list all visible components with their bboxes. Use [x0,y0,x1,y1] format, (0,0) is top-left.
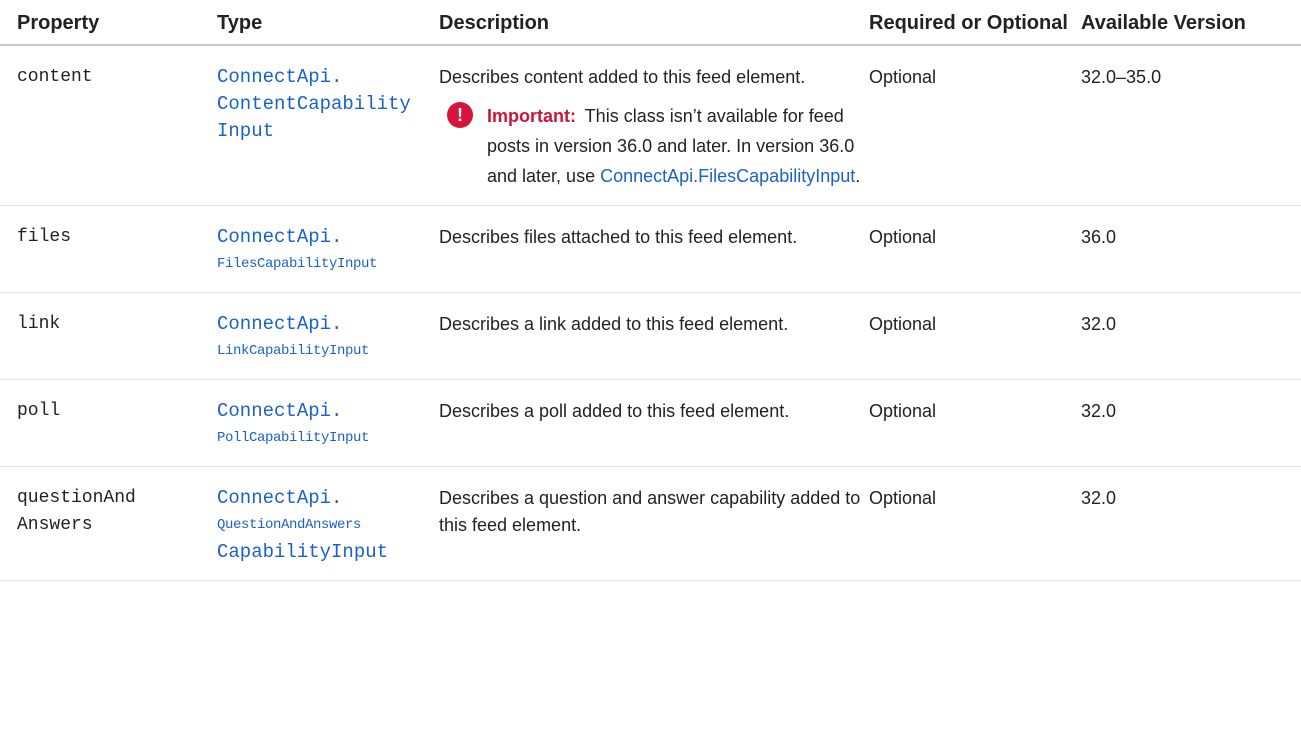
files-capability-link[interactable]: ConnectApi.FilesCapabilityInput [600,166,855,186]
note-text: Important: This class isn’t available fo… [487,101,861,191]
type-link-line: ConnectApi. [217,487,343,509]
table-header-row: Property Type Description Required or Op… [0,0,1301,45]
description-cell: Describes content added to this feed ele… [437,45,869,206]
property-cell: questionAnd Answers [0,467,215,581]
property-cell: link [17,314,61,334]
required-cell: Optional [869,314,937,334]
type-cell: ConnectApi. QuestionAndAnswers Capabilit… [215,467,437,581]
required-cell: Optional [869,401,937,421]
note-end: . [855,166,861,186]
type-link[interactable]: ConnectApi. FilesCapabilityInput [217,224,429,278]
column-header-property: Property [17,12,100,34]
exclamation-circle-icon: ! [447,102,473,128]
note-label: Important: [487,106,576,126]
description-cell: Describes files attached to this feed el… [439,227,798,247]
column-header-type: Type [217,12,263,34]
type-link-line: ConnectApi. [217,226,343,248]
type-link-line: PollCapabilityInput [217,430,370,446]
type-cell: ConnectApi. PollCapabilityInput [215,380,437,467]
type-link-line: ContentCapability [217,93,411,115]
type-link-line: ConnectApi. [217,66,343,88]
column-header-required: Required or Optional [869,12,1068,34]
version-cell: 36.0 [1081,227,1117,247]
table-row: files ConnectApi. FilesCapabilityInput D… [0,206,1301,293]
description-cell: Describes a link added to this feed elem… [439,314,789,334]
type-cell: ConnectApi. FilesCapabilityInput [215,206,437,293]
table-row: questionAnd Answers ConnectApi. Question… [0,467,1301,581]
table-row: content ConnectApi. ContentCapability In… [0,45,1301,206]
type-link-line: CapabilityInput [217,541,389,563]
column-header-description: Description [439,12,550,34]
type-link-line: QuestionAndAnswers [217,517,362,533]
type-link[interactable]: ConnectApi. LinkCapabilityInput [217,311,429,365]
type-link-line: FilesCapabilityInput [217,256,378,272]
description-cell: Describes a question and answer capabili… [439,488,861,535]
type-cell: ConnectApi. ContentCapability Input [215,45,437,206]
property-line: questionAnd [17,488,136,508]
version-cell: 32.0–35.0 [1081,67,1162,87]
column-header-version: Available Version [1081,12,1246,34]
property-line: Answers [17,515,93,535]
required-cell: Optional [869,488,937,508]
type-link-line: LinkCapabilityInput [217,343,370,359]
properties-table: Property Type Description Required or Op… [0,0,1301,581]
important-note: ! Important: This class isn’t available … [439,101,861,191]
required-cell: Optional [869,227,937,247]
type-link[interactable]: ConnectApi. QuestionAndAnswers Capabilit… [217,485,429,566]
property-cell: poll [17,401,61,421]
type-link-line: ConnectApi. [217,400,343,422]
property-cell: files [17,227,72,247]
table-row: poll ConnectApi. PollCapabilityInput Des… [0,380,1301,467]
property-cell: content [17,67,93,87]
type-link[interactable]: ConnectApi. ContentCapability Input [217,64,429,145]
table-row: link ConnectApi. LinkCapabilityInput Des… [0,293,1301,380]
description-text: Describes content added to this feed ele… [439,67,806,87]
type-link[interactable]: ConnectApi. PollCapabilityInput [217,398,429,452]
required-cell: Optional [869,67,937,87]
description-cell: Describes a poll added to this feed elem… [439,401,790,421]
version-cell: 32.0 [1081,401,1117,421]
version-cell: 32.0 [1081,314,1117,334]
version-cell: 32.0 [1081,488,1117,508]
type-link-line: ConnectApi. [217,313,343,335]
type-cell: ConnectApi. LinkCapabilityInput [215,293,437,380]
type-link-line: Input [217,120,275,142]
